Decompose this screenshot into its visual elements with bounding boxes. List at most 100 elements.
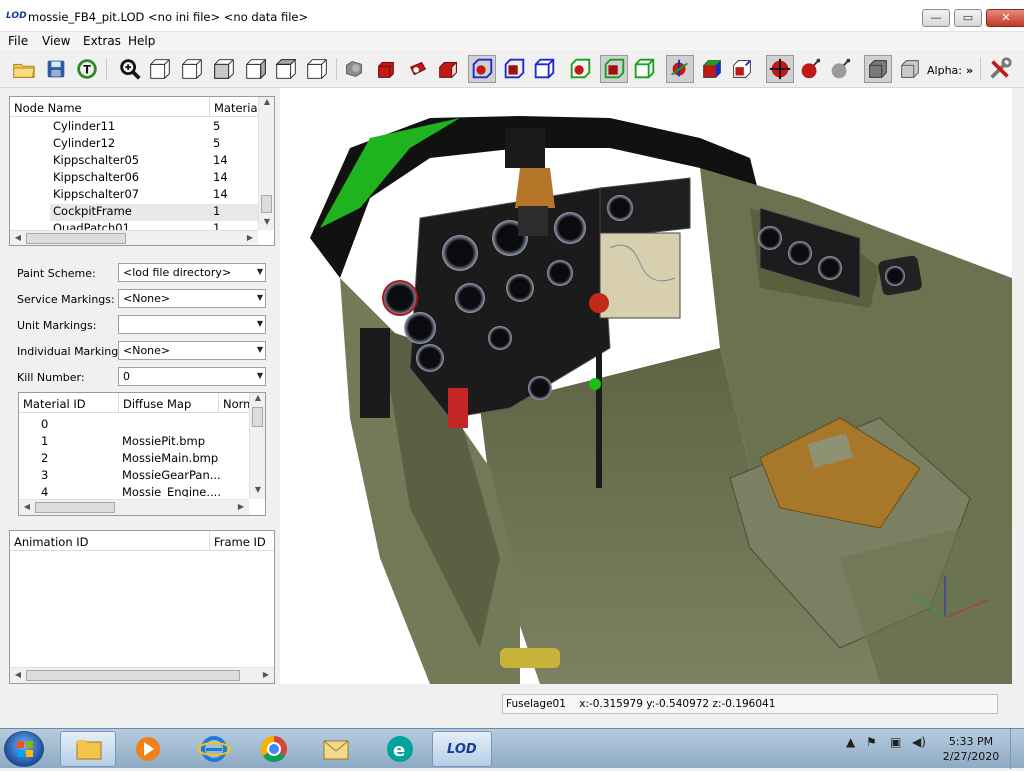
viewport-vscrollbar[interactable] [1012, 88, 1024, 720]
material-list-vscrollbar[interactable]: ▲ ▼ [249, 393, 265, 499]
list-item[interactable]: 2 MossieMain.bmp [19, 451, 251, 468]
color-cube-icon[interactable] [698, 55, 726, 83]
gray-bomb-icon[interactable] [826, 55, 854, 83]
show-desktop-button[interactable] [1010, 729, 1024, 769]
scroll-thumb[interactable] [26, 233, 126, 244]
table-row[interactable]: Kippschalter06 14 [10, 170, 260, 187]
material-list-hscrollbar[interactable]: ◀ ▶ [19, 499, 249, 515]
table-row[interactable]: Cylinder11 5 [10, 119, 260, 136]
3d-viewport[interactable] [280, 88, 1012, 684]
menu-extras[interactable]: Extras [83, 34, 121, 48]
view-cube-3-icon[interactable] [210, 55, 238, 83]
green-box-select-icon[interactable] [566, 55, 594, 83]
green-box-solid-icon[interactable] [600, 55, 628, 83]
chrome-icon[interactable] [246, 731, 302, 767]
service-markings-select[interactable]: <None> ▼ [118, 289, 266, 308]
save-disk-icon[interactable] [42, 55, 70, 83]
table-row[interactable]: Cylinder12 5 [10, 136, 260, 153]
scroll-up-icon[interactable]: ▲ [250, 393, 265, 402]
column-norm[interactable]: Norm [219, 393, 251, 413]
tray-expand-icon[interactable]: ▲ [846, 735, 855, 749]
scroll-left-icon[interactable]: ◀ [10, 233, 26, 242]
scroll-thumb[interactable] [35, 502, 115, 513]
paint-scheme-select[interactable]: <lod file directory> ▼ [118, 263, 266, 282]
scroll-thumb[interactable] [261, 195, 272, 213]
menu-view[interactable]: View [42, 34, 70, 48]
gray-cube-icon[interactable] [864, 55, 892, 83]
unit-markings-select[interactable]: ▼ [118, 315, 266, 334]
network-icon[interactable]: ▣ [890, 735, 901, 749]
eset-icon[interactable]: e [372, 731, 428, 767]
scroll-thumb[interactable] [26, 670, 240, 681]
column-material[interactable]: Material [210, 97, 260, 117]
green-box-wire-icon[interactable] [630, 55, 658, 83]
list-item[interactable]: 4 Mossie_Engine.... [19, 485, 251, 497]
column-material-id[interactable]: Material ID [19, 393, 119, 413]
menu-file[interactable]: File [8, 34, 28, 48]
view-cube-4-icon[interactable] [242, 55, 270, 83]
outlook-icon[interactable] [308, 731, 364, 767]
internet-explorer-icon[interactable] [186, 731, 242, 767]
node-list-hscrollbar[interactable]: ◀ ▶ [10, 230, 258, 245]
blue-box-select-icon[interactable] [468, 55, 496, 83]
blue-box-solid-icon[interactable] [500, 55, 528, 83]
toolbar: T Alpha: » [0, 50, 1024, 88]
scroll-left-icon[interactable]: ◀ [19, 502, 35, 511]
volume-icon[interactable]: ◀) [912, 735, 926, 749]
table-row-selected[interactable]: CockpitFrame 1 [50, 204, 260, 221]
view-cube-5-icon[interactable] [272, 55, 300, 83]
explorer-icon[interactable] [60, 731, 116, 767]
kill-number-select[interactable]: 0 ▼ [118, 367, 266, 386]
table-row[interactable]: Kippschalter07 14 [10, 187, 260, 204]
red-cube-icon[interactable] [372, 55, 400, 83]
scroll-left-icon[interactable]: ◀ [10, 670, 26, 679]
tools-icon[interactable] [986, 55, 1014, 83]
column-node-name[interactable]: Node Name [10, 97, 210, 117]
toolbar-overflow-button[interactable]: » [966, 64, 973, 77]
axes-icon[interactable] [666, 55, 694, 83]
start-button[interactable] [4, 731, 44, 767]
list-item[interactable]: 3 MossieGearPan... [19, 468, 251, 485]
open-folder-icon[interactable] [10, 55, 38, 83]
column-diffuse-map[interactable]: Diffuse Map [119, 393, 219, 413]
light-cube-icon[interactable] [896, 55, 924, 83]
animation-list: Animation ID Frame ID ◀ ▶ [9, 530, 275, 684]
column-frame-id[interactable]: Frame ID [210, 531, 274, 551]
close-button[interactable]: ✕ [986, 9, 1024, 27]
node-list-vscrollbar[interactable]: ▲ ▼ [258, 97, 274, 230]
table-row[interactable]: Kippschalter05 14 [10, 153, 260, 170]
action-center-flag-icon[interactable]: ⚑ [866, 735, 877, 749]
view-cube-1-icon[interactable] [146, 55, 174, 83]
system-clock[interactable]: 5:33 PM 2/27/2020 [940, 734, 1002, 764]
red-tube-icon[interactable] [404, 55, 432, 83]
minimize-button[interactable]: — [922, 9, 950, 27]
animation-list-hscrollbar[interactable]: ◀ ▶ [10, 667, 274, 683]
menu-help[interactable]: Help [128, 34, 155, 48]
blue-box-wire-icon[interactable] [530, 55, 558, 83]
view-cube-6-icon[interactable] [303, 55, 331, 83]
scroll-down-icon[interactable]: ▼ [259, 217, 274, 226]
red-target-icon[interactable] [766, 55, 794, 83]
zoom-fit-icon[interactable] [116, 55, 144, 83]
status-bar: Fuselage01 x:-0.315979 y:-0.540972 z:-0.… [0, 690, 1024, 720]
media-player-icon[interactable] [120, 731, 176, 767]
list-item[interactable]: 1 MossiePit.bmp [19, 434, 251, 451]
view-cube-2-icon[interactable] [178, 55, 206, 83]
scroll-right-icon[interactable]: ▶ [242, 233, 258, 242]
red-bomb-icon[interactable] [796, 55, 824, 83]
red-box-icon[interactable] [434, 55, 462, 83]
rgb-cube-icon[interactable] [728, 55, 756, 83]
scroll-thumb[interactable] [252, 407, 263, 427]
individual-markings-select[interactable]: <None> ▼ [118, 341, 266, 360]
transform-icon[interactable]: T [73, 55, 101, 83]
maximize-button[interactable]: ▭ [954, 9, 982, 27]
scroll-right-icon[interactable]: ▶ [233, 502, 249, 511]
scroll-right-icon[interactable]: ▶ [258, 670, 274, 679]
scroll-down-icon[interactable]: ▼ [250, 485, 265, 494]
lod-app-icon[interactable]: LOD [432, 731, 492, 767]
table-row[interactable]: QuadPatch01 1 [10, 221, 260, 230]
column-animation-id[interactable]: Animation ID [10, 531, 210, 551]
scroll-up-icon[interactable]: ▲ [259, 97, 274, 106]
gray-sphere-icon[interactable] [340, 55, 368, 83]
list-item[interactable]: 0 [19, 417, 251, 434]
